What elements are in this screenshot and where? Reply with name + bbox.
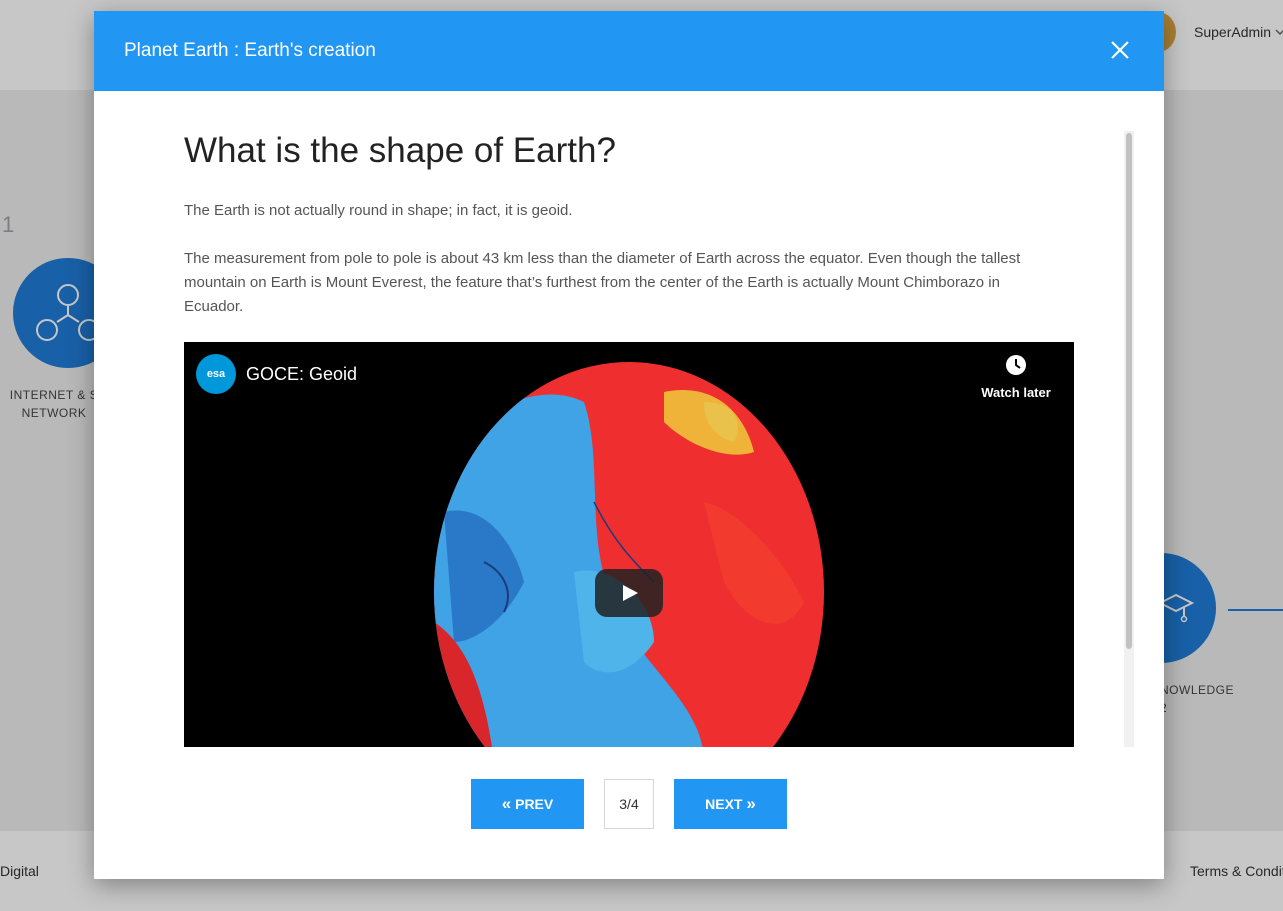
play-button[interactable] <box>595 569 663 617</box>
prev-label: PREV <box>515 796 554 812</box>
chevron-left-double-icon: « <box>501 794 512 813</box>
lesson-content[interactable]: What is the shape of Earth? The Earth is… <box>94 91 1134 747</box>
next-label: NEXT <box>705 796 743 812</box>
modal-header: Planet Earth : Earth's creation <box>94 11 1164 91</box>
chevron-right-double-icon: » <box>746 794 756 813</box>
play-icon <box>623 585 638 601</box>
lesson-paragraph: The measurement from pole to pole is abo… <box>184 250 1021 315</box>
prev-button[interactable]: « PREV <box>471 779 584 829</box>
lesson-modal: Planet Earth : Earth's creation What is … <box>94 11 1164 879</box>
lesson-paragraph: The Earth is not actually round in shape… <box>184 202 573 219</box>
channel-logo[interactable]: esa <box>196 354 236 394</box>
lesson-heading: What is the shape of Earth? <box>184 131 616 170</box>
video-thumbnail <box>434 362 824 747</box>
next-button[interactable]: NEXT » <box>674 779 787 829</box>
page-indicator: 3/4 <box>604 779 654 829</box>
scrollbar[interactable] <box>1124 131 1134 747</box>
video-title[interactable]: GOCE: Geoid <box>246 364 357 385</box>
video-player[interactable]: esa GOCE: Geoid Watch later <box>184 342 1074 747</box>
modal-title: Planet Earth : Earth's creation <box>124 40 376 61</box>
close-icon[interactable] <box>1106 36 1134 64</box>
watch-later-button[interactable]: Watch later <box>976 354 1056 400</box>
clock-icon <box>1006 355 1026 375</box>
watch-later-label: Watch later <box>981 385 1051 400</box>
scrollbar-thumb[interactable] <box>1126 133 1132 649</box>
